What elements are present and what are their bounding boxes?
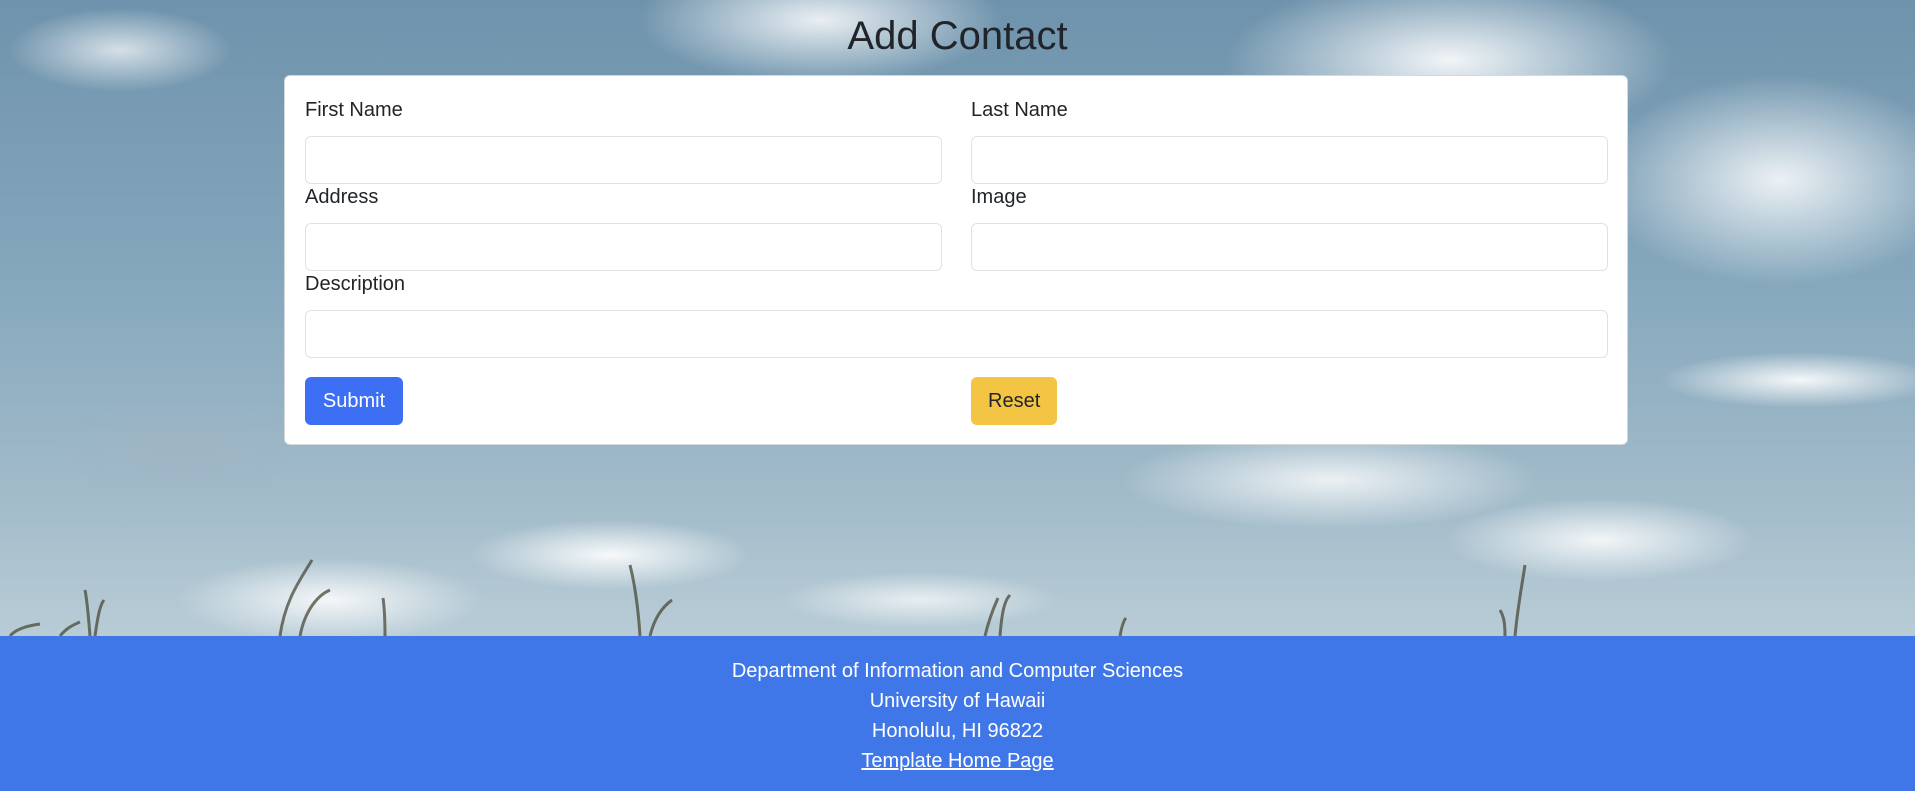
footer-university: University of Hawaii	[869, 690, 1046, 712]
image-input[interactable]	[971, 223, 1608, 271]
grass-silhouette	[8, 559, 1527, 636]
footer-link-row: Template Home Page	[0, 750, 1915, 773]
template-home-page-link[interactable]: Template Home Page	[861, 750, 1053, 772]
page-title: Add Contact	[847, 14, 1068, 58]
address-input[interactable]	[305, 223, 942, 271]
last-name-input[interactable]	[971, 136, 1608, 184]
first-name-input[interactable]	[305, 136, 942, 184]
description-input[interactable]	[305, 310, 1608, 358]
footer-department: Department of Information and Computer S…	[731, 660, 1184, 682]
last-name-label: Last Name	[971, 99, 1068, 121]
footer-address: Honolulu, HI 96822	[871, 720, 1044, 742]
submit-button[interactable]: Submit	[305, 377, 403, 425]
add-contact-form: First Name Last Name Address Image Descr…	[284, 75, 1628, 445]
reset-button[interactable]: Reset	[971, 377, 1057, 425]
image-label: Image	[971, 186, 1027, 208]
first-name-label: First Name	[305, 99, 403, 121]
footer: Department of Information and Computer S…	[0, 636, 1915, 791]
address-label: Address	[305, 186, 379, 208]
description-label: Description	[305, 273, 406, 295]
page: Add Contact First Name Last Name Address…	[0, 0, 1915, 791]
